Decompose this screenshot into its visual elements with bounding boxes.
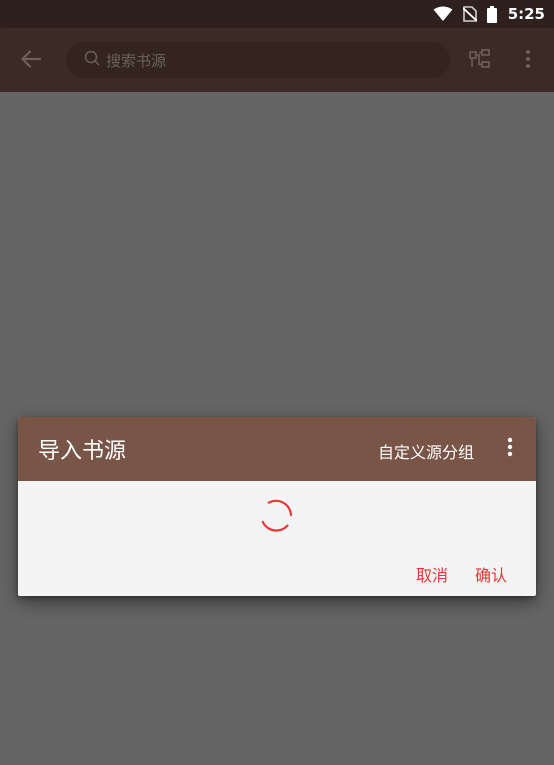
no-sim-icon (462, 6, 477, 22)
search-input[interactable]: 搜索书源 (66, 42, 450, 78)
arrow-back-icon (21, 50, 42, 72)
back-button[interactable] (14, 44, 48, 78)
import-source-dialog: 导入书源 自定义源分组 取消 确认 (18, 417, 536, 596)
toolbar: 搜索书源 (0, 28, 554, 92)
custom-group-button[interactable]: 自定义源分组 (378, 439, 474, 463)
search-placeholder: 搜索书源 (106, 51, 167, 70)
clock: 5:25 (507, 5, 545, 23)
group-icon (469, 49, 491, 73)
status-bar: 5:25 (0, 0, 554, 28)
battery-icon (486, 5, 497, 23)
confirm-button[interactable]: 确认 (475, 562, 507, 586)
dialog-title: 导入书源 (38, 439, 127, 464)
more-options-button[interactable] (518, 47, 538, 75)
cancel-button[interactable]: 取消 (416, 562, 448, 586)
more-vert-icon (507, 437, 513, 461)
loading-spinner (258, 497, 294, 533)
more-vert-icon (525, 49, 531, 73)
wifi-icon (433, 6, 453, 22)
dialog-header: 导入书源 自定义源分组 (18, 417, 536, 481)
group-button[interactable] (466, 47, 494, 75)
search-icon (84, 50, 100, 70)
dialog-actions: 取消 确认 (18, 557, 536, 587)
dialog-more-button[interactable] (502, 437, 518, 461)
